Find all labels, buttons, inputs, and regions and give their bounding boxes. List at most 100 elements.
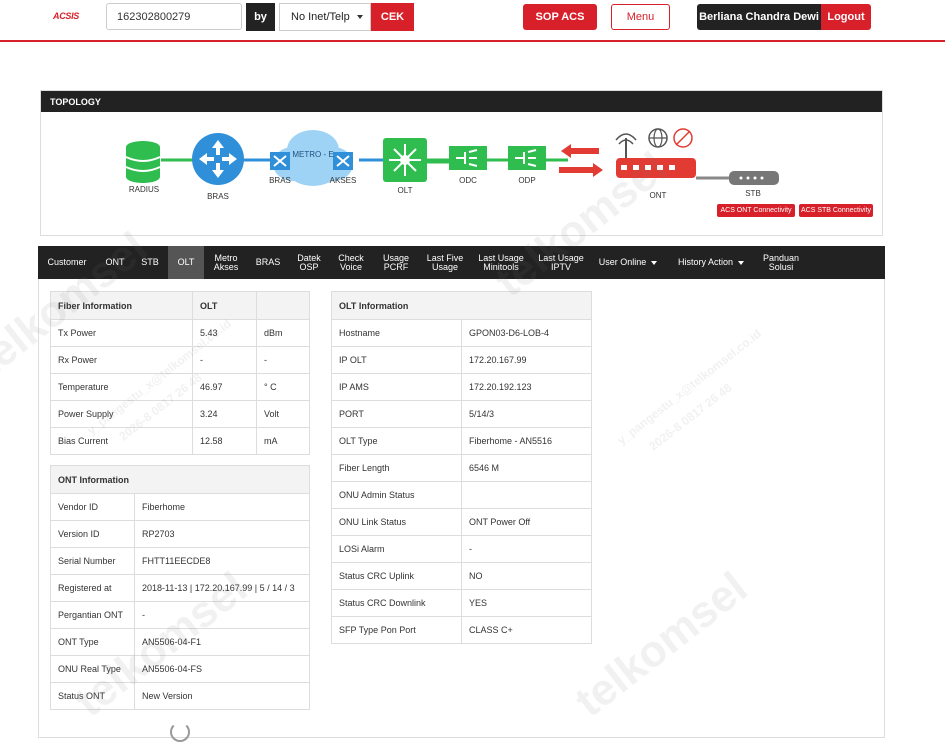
fiber-info-olt: OLT: [192, 291, 257, 320]
cell: 12.58: [192, 427, 257, 455]
tab-usage-pcrf[interactable]: Usage PCRF: [376, 246, 416, 279]
olt-info-title: OLT Information: [331, 291, 592, 320]
cell: ONU Real Type: [50, 655, 135, 683]
fiber-info-title: Fiber Information: [50, 291, 193, 320]
cell: -: [256, 346, 310, 374]
tab-user-online[interactable]: User Online: [594, 246, 662, 279]
sop-acs-button[interactable]: SOP ACS: [523, 4, 597, 30]
tab-stb[interactable]: STB: [136, 246, 164, 279]
table-row: IP OLT 172.20.167.99: [331, 346, 592, 374]
table-row: Status ONT New Version: [50, 682, 310, 710]
acs-stb-connectivity-button[interactable]: ACS STB Connectivity: [799, 204, 873, 217]
cell: YES: [461, 589, 592, 617]
menu-button[interactable]: Menu: [611, 4, 670, 30]
tab-datek-osp[interactable]: Datek OSP: [291, 246, 327, 279]
cell: Serial Number: [50, 547, 135, 575]
search-type-value: No Inet/Telp: [291, 11, 350, 23]
table-row: Tx Power 5.43 dBm: [50, 319, 310, 347]
odp-icon: [508, 146, 546, 170]
table-row: Temperature 46.97 ° C: [50, 373, 310, 401]
cell: -: [192, 346, 257, 374]
bras-label: BRAS: [207, 192, 229, 201]
router-icon: [192, 133, 244, 185]
odp-label: ODP: [518, 176, 536, 185]
cell: Vendor ID: [50, 493, 135, 521]
switch-icon: [270, 152, 290, 170]
table-row: IP AMS 172.20.192.123: [331, 373, 592, 401]
odc-icon: [449, 146, 487, 170]
cell: -: [134, 601, 310, 629]
tab-customer[interactable]: Customer: [41, 246, 93, 279]
cell: OLT Type: [331, 427, 462, 455]
table-row: Hostname GPON03-D6-LOB-4: [331, 319, 592, 347]
table-header: OLT Information: [331, 291, 592, 320]
table-row: Rx Power - -: [50, 346, 310, 374]
table-row: Status CRC Downlink YES: [331, 589, 592, 617]
tab-check-voice[interactable]: Check Voice: [334, 246, 368, 279]
ont-label: ONT: [649, 191, 667, 200]
stb-label: STB: [745, 189, 761, 198]
user-name: Berliana Chandra Dewi: [697, 4, 821, 30]
radius-icon: [125, 141, 161, 183]
cell: 3.24: [192, 400, 257, 428]
cell: -: [461, 535, 592, 563]
cell: Status CRC Downlink: [331, 589, 462, 617]
tab-bras[interactable]: BRAS: [249, 246, 287, 279]
cell: ONU Link Status: [331, 508, 462, 536]
cell: IP AMS: [331, 373, 462, 401]
top-bar: ACSIS by No Inet/Telp CEK SOP ACS Menu B…: [0, 0, 945, 42]
ont-information-table: ONT Information Vendor ID Fiberhome Versi…: [50, 465, 310, 710]
cell: PORT: [331, 400, 462, 428]
app-logo[interactable]: ACSIS: [53, 11, 79, 21]
cell: Status ONT: [50, 682, 135, 710]
tab-metro-akses[interactable]: Metro Akses: [206, 246, 246, 279]
table-row: Serial Number FHTT11EECDE8: [50, 547, 310, 575]
ont-info-title: ONT Information: [50, 465, 310, 494]
table-row: ONT Type AN5506-04-F1: [50, 628, 310, 656]
topology-svg: [125, 128, 779, 186]
table-row: Fiber Length 6546 M: [331, 454, 592, 482]
cell: 5.43: [192, 319, 257, 347]
topology-panel: TOPOLOGY RADIUS BRAS BRAS METRO - E AKSE…: [40, 90, 883, 236]
chevron-down-icon: [356, 15, 363, 19]
cell: 46.97: [192, 373, 257, 401]
cell: ONU Admin Status: [331, 481, 462, 509]
logout-button[interactable]: Logout: [821, 4, 871, 30]
cell: New Version: [134, 682, 310, 710]
table-row: SFP Type Pon Port CLASS C+: [331, 616, 592, 644]
search-type-select[interactable]: No Inet/Telp: [279, 3, 371, 31]
table-row: ONU Real Type AN5506-04-FS: [50, 655, 310, 683]
loading-spinner-icon: [170, 722, 190, 742]
tab-last-usage-iptv[interactable]: Last Usage IPTV: [534, 246, 588, 279]
tab-panduan-solusi[interactable]: Panduan Solusi: [756, 246, 806, 279]
cell: [461, 481, 592, 509]
cell: Fiber Length: [331, 454, 462, 482]
table-row: LOSi Alarm -: [331, 535, 592, 563]
table-row: ONU Admin Status: [331, 481, 592, 509]
table-header: ONT Information: [50, 465, 310, 494]
bras-metro-label: BRAS: [269, 176, 291, 185]
cell: FHTT11EECDE8: [134, 547, 310, 575]
table-row: Pergantian ONT -: [50, 601, 310, 629]
table-row: Version ID RP2703: [50, 520, 310, 548]
cell: Tx Power: [50, 319, 193, 347]
tab-history-action[interactable]: History Action: [672, 246, 750, 279]
cek-button[interactable]: CEK: [371, 3, 414, 31]
metro-cloud-label: METRO - E: [292, 150, 334, 159]
tab-nav: Customer ONT STB OLT Metro Akses BRAS Dat…: [38, 246, 885, 279]
tab-last-five-usage[interactable]: Last Five Usage: [420, 246, 470, 279]
phone-off-icon: [673, 128, 693, 148]
acs-ont-connectivity-button[interactable]: ACS ONT Connectivity: [717, 204, 795, 217]
tab-ont[interactable]: ONT: [96, 246, 134, 279]
search-input[interactable]: [106, 3, 242, 30]
tab-last-usage-minitools[interactable]: Last Usage Minitools: [474, 246, 528, 279]
tab-olt[interactable]: OLT: [168, 246, 204, 279]
cell: 172.20.167.99: [461, 346, 592, 374]
by-label: by: [246, 3, 275, 31]
olt-information-table: OLT Information Hostname GPON03-D6-LOB-4 …: [331, 291, 592, 644]
topology-title: TOPOLOGY: [41, 91, 882, 112]
cell: Status CRC Uplink: [331, 562, 462, 590]
cell: Version ID: [50, 520, 135, 548]
topology-diagram: RADIUS BRAS BRAS METRO - E AKSES OLT ODC…: [41, 112, 884, 236]
olt-label: OLT: [397, 186, 413, 195]
